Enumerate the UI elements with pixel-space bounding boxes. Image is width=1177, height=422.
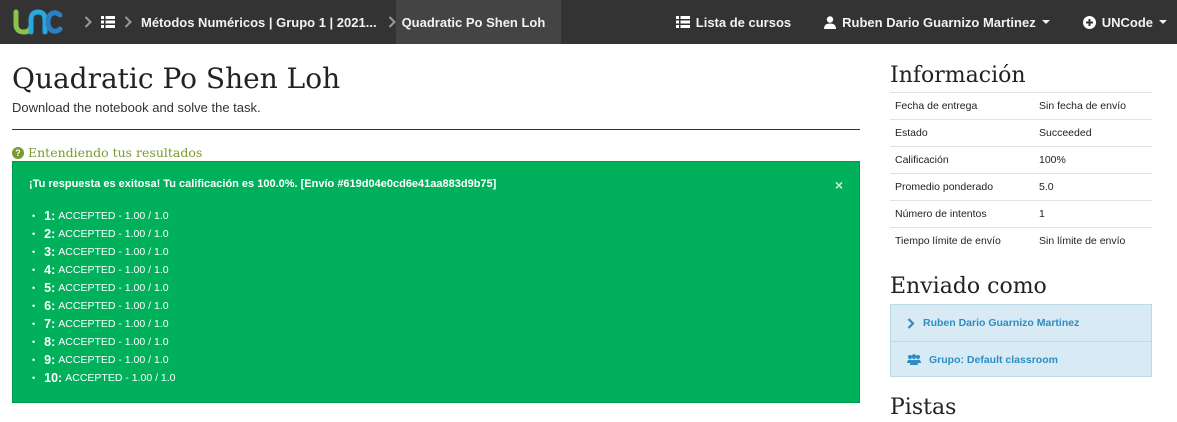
navbar-right-menu: Lista de cursos Ruben Dario Guarnizo Mar… [675,0,1177,44]
course-list-link[interactable]: Lista de cursos [675,14,792,30]
sent-user-link[interactable]: Ruben Dario Guarnizo Martinez [891,305,1151,341]
course-list-label: Lista de cursos [695,14,792,30]
list-item: 2:ACCEPTED - 1.00 / 1.0 [32,225,176,243]
unc-logo[interactable] [0,0,75,44]
user-menu-dropdown[interactable]: Ruben Dario Guarnizo Martinez [824,15,1050,30]
chevron-right-icon [124,16,132,28]
list-item: 9:ACCEPTED - 1.00 / 1.0 [32,351,176,369]
success-alert: ¡Tu respuesta es exitosa! Tu calificació… [12,161,860,403]
breadcrumb-course-link[interactable]: Métodos Numéricos | Grupo 1 | 2021... [141,15,377,30]
user-menu-label: Ruben Dario Guarnizo Martinez [842,14,1036,30]
sent-group-label: Grupo: Default classroom [929,353,1058,366]
hints-heading: Pistas [890,395,957,420]
table-row: Tiempo límite de envío Sin límite de enví… [890,227,1152,255]
unc-logo-icon [13,9,62,35]
table-row: Número de intentos 1 [890,200,1152,228]
test-results-list: 1:ACCEPTED - 1.00 / 1.0 2:ACCEPTED - 1.0… [32,207,176,387]
users-icon [907,354,921,365]
list-item: 8:ACCEPTED - 1.00 / 1.0 [32,333,176,351]
question-circle-icon: ? [12,146,24,159]
uncode-menu-label: UNCode [1101,14,1153,30]
caret-down-icon [1159,20,1167,24]
plus-circle-icon [1082,15,1096,29]
user-icon [824,15,837,29]
uncode-menu-dropdown[interactable]: UNCode [1082,14,1167,30]
sent-as-heading: Enviado como [890,274,1047,299]
understand-results-label: Entendiendo tus resultados [28,145,203,160]
chevron-right-icon [907,317,915,329]
chevron-right-icon [388,16,396,28]
chevron-right-icon [84,16,92,28]
list-item: 3:ACCEPTED - 1.00 / 1.0 [32,243,176,261]
sent-user-label: Ruben Dario Guarnizo Martinez [923,317,1080,329]
divider [12,129,860,130]
top-navbar: Métodos Numéricos | Grupo 1 | 2021... Qu… [0,0,1177,44]
task-description: Download the notebook and solve the task… [12,100,261,115]
list-item: 1:ACCEPTED - 1.00 / 1.0 [32,207,176,225]
table-row: Estado Succeeded [890,119,1152,147]
sent-as-panel: Ruben Dario Guarnizo Martinez Grupo: Def… [890,304,1152,377]
list-icon [675,16,690,28]
list-item: 10:ACCEPTED - 1.00 / 1.0 [32,369,175,387]
list-item: 4:ACCEPTED - 1.00 / 1.0 [32,261,176,279]
close-icon[interactable]: × [835,177,843,193]
table-row: Calificación 100% [890,146,1152,174]
list-item: 6:ACCEPTED - 1.00 / 1.0 [32,297,176,315]
understand-results-link[interactable]: ? Entendiendo tus resultados [12,145,202,160]
info-table: Fecha de entrega Sin fecha de envío Estad… [890,92,1152,255]
sent-group-link[interactable]: Grupo: Default classroom [891,341,1151,377]
list-item: 7:ACCEPTED - 1.00 / 1.0 [32,315,176,333]
breadcrumb-task-current[interactable]: Quadratic Po Shen Loh [395,0,562,44]
table-row: Promedio ponderado 5.0 [890,173,1152,201]
result-message: ¡Tu respuesta es exitosa! Tu calificació… [29,178,497,190]
caret-down-icon [1041,20,1050,24]
info-heading: Información [890,63,1026,88]
page-title: Quadratic Po Shen Loh [12,62,341,95]
grid-list-icon[interactable] [101,16,115,28]
list-item: 5:ACCEPTED - 1.00 / 1.0 [32,279,176,297]
table-row: Fecha de entrega Sin fecha de envío [890,92,1152,120]
breadcrumb: Métodos Numéricos | Grupo 1 | 2021... Qu… [75,0,562,44]
